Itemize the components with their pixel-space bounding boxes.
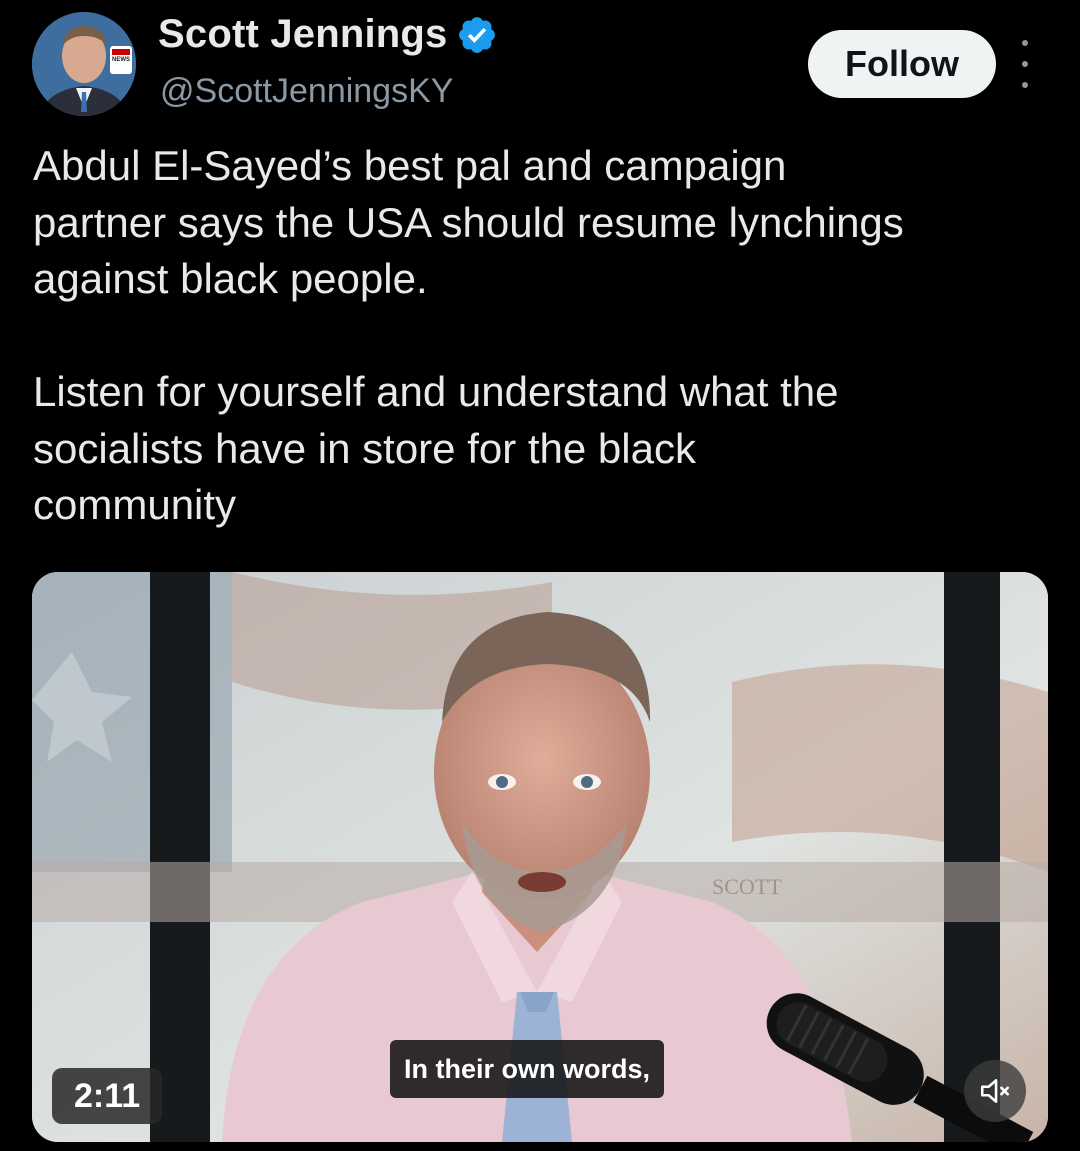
tweet: NEWS Scott Jennings @ScottJenningsKY Fol… bbox=[0, 0, 1080, 1151]
video-duration: 2:11 bbox=[52, 1068, 163, 1124]
tweet-text: Abdul El-Sayed’s best pal and campaign p… bbox=[33, 142, 904, 528]
svg-text:SCOTT: SCOTT bbox=[712, 874, 782, 899]
author-name-row: Scott Jennings bbox=[158, 12, 498, 57]
more-vertical-icon[interactable] bbox=[1010, 40, 1040, 88]
video-player[interactable]: SCOTT 2:11 In their own words, bbox=[32, 572, 1048, 1142]
svg-text:NEWS: NEWS bbox=[112, 57, 130, 63]
video-caption: In their own words, bbox=[390, 1040, 665, 1098]
verified-badge-icon bbox=[456, 14, 498, 56]
author-handle[interactable]: @ScottJenningsKY bbox=[160, 72, 453, 111]
author-display-name[interactable]: Scott Jennings bbox=[158, 12, 448, 57]
avatar-image: NEWS bbox=[32, 12, 136, 116]
follow-button[interactable]: Follow bbox=[808, 30, 996, 98]
speaker-muted-icon[interactable] bbox=[964, 1060, 1026, 1122]
avatar[interactable]: NEWS bbox=[32, 12, 136, 116]
